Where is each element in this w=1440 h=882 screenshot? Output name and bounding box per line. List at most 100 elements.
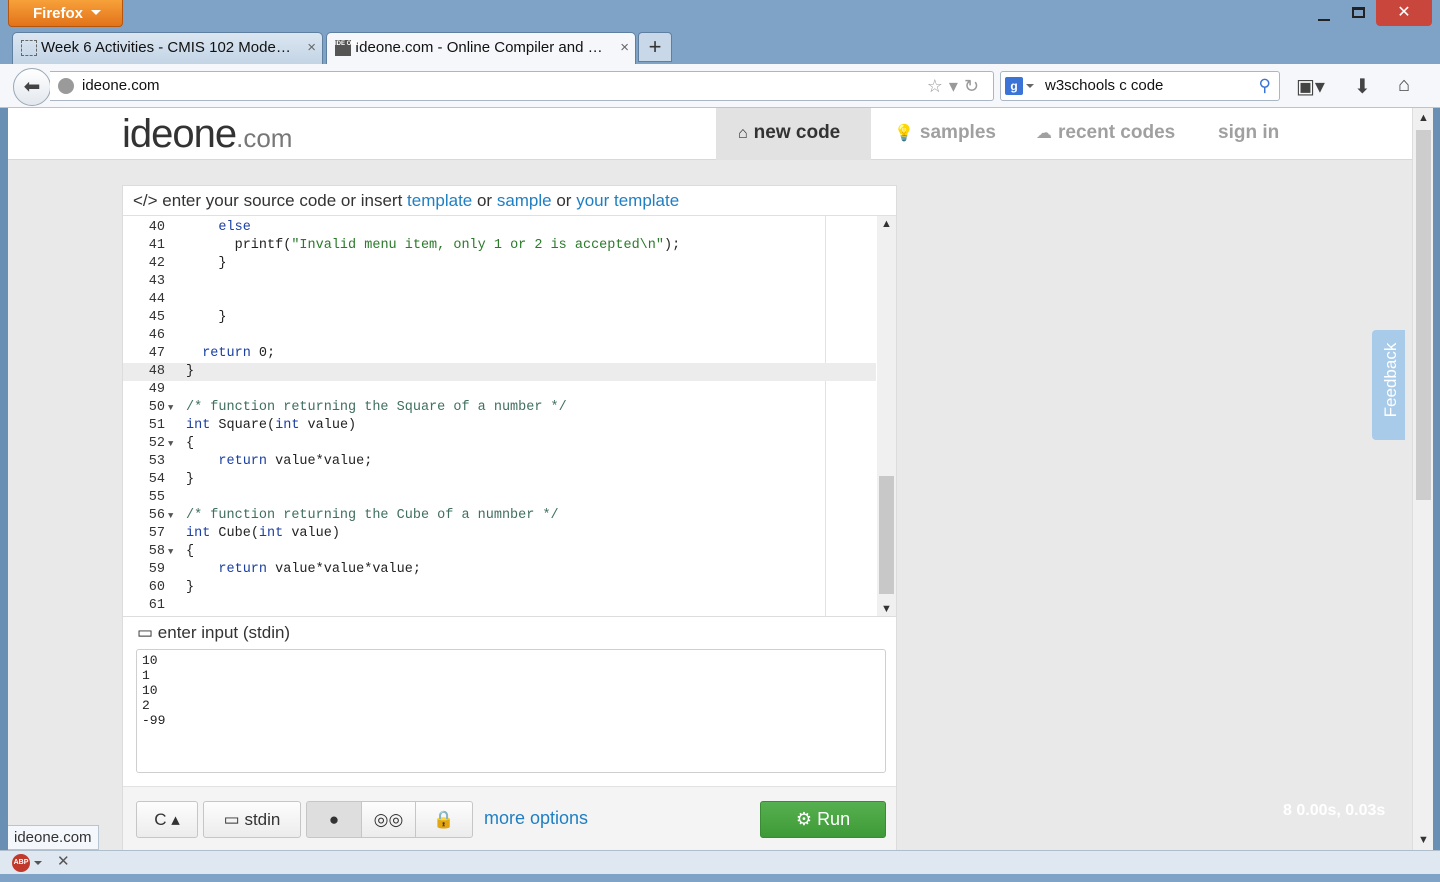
- firefox-menu-button[interactable]: Firefox: [8, 0, 123, 27]
- code-text[interactable]: }: [186, 309, 226, 327]
- chevron-up-icon[interactable]: ▲: [877, 218, 896, 230]
- code-text[interactable]: }: [186, 255, 226, 273]
- line-number: 44: [148, 292, 165, 307]
- page-scrollbar[interactable]: ▲ ▼: [1412, 108, 1433, 850]
- maximize-button[interactable]: [1336, 0, 1380, 26]
- run-button[interactable]: ⚙ Run: [760, 801, 886, 838]
- chevron-down-icon[interactable]: ▼: [1413, 834, 1434, 846]
- nav-samples[interactable]: 💡 samples: [894, 108, 996, 160]
- editor-scrollbar[interactable]: ▲ ▼: [877, 216, 896, 616]
- code-line[interactable]: 46: [123, 327, 876, 345]
- close-window-button[interactable]: ✕: [1376, 0, 1432, 26]
- search-input[interactable]: w3schools c code: [1045, 72, 1163, 100]
- chevron-down-icon[interactable]: [34, 861, 42, 865]
- bookmarks-icon[interactable]: ▣▾: [1296, 74, 1325, 99]
- nav-new-code[interactable]: ⌂ new code: [716, 108, 871, 160]
- template-link[interactable]: template: [407, 191, 472, 210]
- code-line[interactable]: 48}: [123, 363, 876, 381]
- fold-toggle-icon[interactable]: ▼: [168, 507, 173, 525]
- code-text[interactable]: }: [186, 363, 194, 381]
- code-text[interactable]: else: [186, 219, 250, 237]
- code-line[interactable]: 51 int Square(int value): [123, 417, 876, 435]
- ideone-logo[interactable]: ideone.com: [122, 112, 292, 157]
- chevron-up-icon[interactable]: ▲: [1413, 112, 1434, 124]
- code-line[interactable]: 43: [123, 273, 876, 291]
- code-text[interactable]: int Cube(int value): [186, 525, 340, 543]
- url-text[interactable]: ideone.com: [82, 72, 160, 100]
- back-button[interactable]: ⬅: [13, 68, 51, 106]
- nav-sign-in[interactable]: sign in: [1218, 108, 1279, 160]
- code-line[interactable]: 41 printf("Invalid menu item, only 1 or …: [123, 237, 876, 255]
- inbox-icon: ▭: [137, 623, 154, 642]
- code-text[interactable]: {: [186, 543, 194, 561]
- code-line[interactable]: 50 ▼ /* function returning the Square of a…: [123, 399, 876, 417]
- code-line[interactable]: 49: [123, 381, 876, 399]
- code-text[interactable]: }: [186, 471, 194, 489]
- code-line[interactable]: 44: [123, 291, 876, 309]
- code-text[interactable]: /* function returning the Cube of a numn…: [186, 507, 559, 525]
- close-icon[interactable]: ✕: [57, 852, 70, 870]
- stdin-toggle-button[interactable]: ▭ stdin: [203, 801, 301, 838]
- dropdown-icon[interactable]: ▾: [949, 76, 964, 96]
- chevron-down-icon[interactable]: [1026, 84, 1034, 88]
- nav-recent-codes[interactable]: ☁ recent codes: [1036, 108, 1175, 160]
- code-line[interactable]: 58 ▼ {: [123, 543, 876, 561]
- your-template-link[interactable]: your template: [576, 191, 679, 210]
- url-bar[interactable]: ideone.com ☆▾↻: [50, 71, 994, 101]
- code-line[interactable]: 60}: [123, 579, 876, 597]
- sample-link[interactable]: sample: [497, 191, 552, 210]
- scrollbar-thumb[interactable]: [1416, 130, 1431, 500]
- line-number: 43: [148, 274, 165, 289]
- code-editor[interactable]: ▲ ▼ 40 else 41 printf("Invalid menu item,…: [123, 216, 896, 617]
- code-line[interactable]: 53 return value*value;: [123, 453, 876, 471]
- tab-strip: Week 6 Activities - CMIS 102 Model I... …: [0, 32, 1440, 64]
- code-line[interactable]: 42 }: [123, 255, 876, 273]
- home-icon[interactable]: ⌂: [1398, 74, 1410, 97]
- search-bar[interactable]: g w3schools c code ⚲: [1000, 71, 1280, 101]
- code-text[interactable]: /* function returning the Square of a nu…: [186, 399, 567, 417]
- download-icon[interactable]: ⬇: [1354, 74, 1371, 99]
- code-line[interactable]: 47 return 0;: [123, 345, 876, 363]
- code-text[interactable]: printf("Invalid menu item, only 1 or 2 i…: [186, 237, 681, 255]
- code-line[interactable]: 59 return value*value*value;: [123, 561, 876, 579]
- code-line[interactable]: 57 int Cube(int value): [123, 525, 876, 543]
- close-tab-icon[interactable]: ×: [307, 33, 316, 63]
- tab-week6-activities[interactable]: Week 6 Activities - CMIS 102 Model I... …: [12, 32, 323, 64]
- code-line[interactable]: 56 ▼ /* function returning the Cube of a n…: [123, 507, 876, 525]
- addon-bar: ABP ✕: [0, 850, 1440, 874]
- tab-ideone[interactable]: IDE ONE Ideone.com - Online Compiler and…: [326, 32, 636, 64]
- google-icon[interactable]: g: [1005, 77, 1023, 95]
- close-tab-icon[interactable]: ×: [620, 33, 629, 63]
- visibility-public-button[interactable]: ●: [306, 801, 362, 838]
- reload-icon[interactable]: ↻: [964, 76, 985, 96]
- more-options-link[interactable]: more options: [484, 801, 588, 836]
- chevron-down-icon: [91, 10, 102, 15]
- inbox-icon: ▭: [223, 810, 240, 829]
- fold-toggle-icon[interactable]: ▼: [168, 543, 173, 561]
- code-text[interactable]: return 0;: [186, 345, 275, 363]
- search-icon[interactable]: ⚲: [1259, 72, 1271, 100]
- fold-toggle-icon[interactable]: ▼: [168, 435, 173, 453]
- chevron-down-icon[interactable]: ▼: [877, 603, 896, 615]
- visibility-private-button[interactable]: 🔒: [415, 801, 473, 838]
- code-line[interactable]: 45 }: [123, 309, 876, 327]
- scrollbar-thumb[interactable]: [879, 476, 894, 594]
- code-line[interactable]: 54}: [123, 471, 876, 489]
- visibility-hidden-button[interactable]: ◎◎: [361, 801, 416, 838]
- code-line[interactable]: 55: [123, 489, 876, 507]
- code-text[interactable]: }: [186, 579, 194, 597]
- fold-toggle-icon[interactable]: ▼: [168, 399, 173, 417]
- code-line[interactable]: 61: [123, 597, 876, 615]
- code-line[interactable]: 40 else: [123, 219, 876, 237]
- star-icon[interactable]: ☆: [927, 76, 949, 96]
- code-line[interactable]: 52 ▼ {: [123, 435, 876, 453]
- language-select-button[interactable]: C ▴: [136, 801, 198, 838]
- code-text[interactable]: {: [186, 435, 194, 453]
- new-tab-button[interactable]: +: [638, 32, 672, 62]
- adblock-icon[interactable]: ABP: [12, 854, 30, 872]
- feedback-tab[interactable]: Feedback: [1372, 330, 1405, 440]
- code-text[interactable]: int Square(int value): [186, 417, 356, 435]
- code-text[interactable]: return value*value*value;: [186, 561, 421, 579]
- stdin-textarea[interactable]: 10 1 10 2 -99: [136, 649, 886, 773]
- code-text[interactable]: return value*value;: [186, 453, 372, 471]
